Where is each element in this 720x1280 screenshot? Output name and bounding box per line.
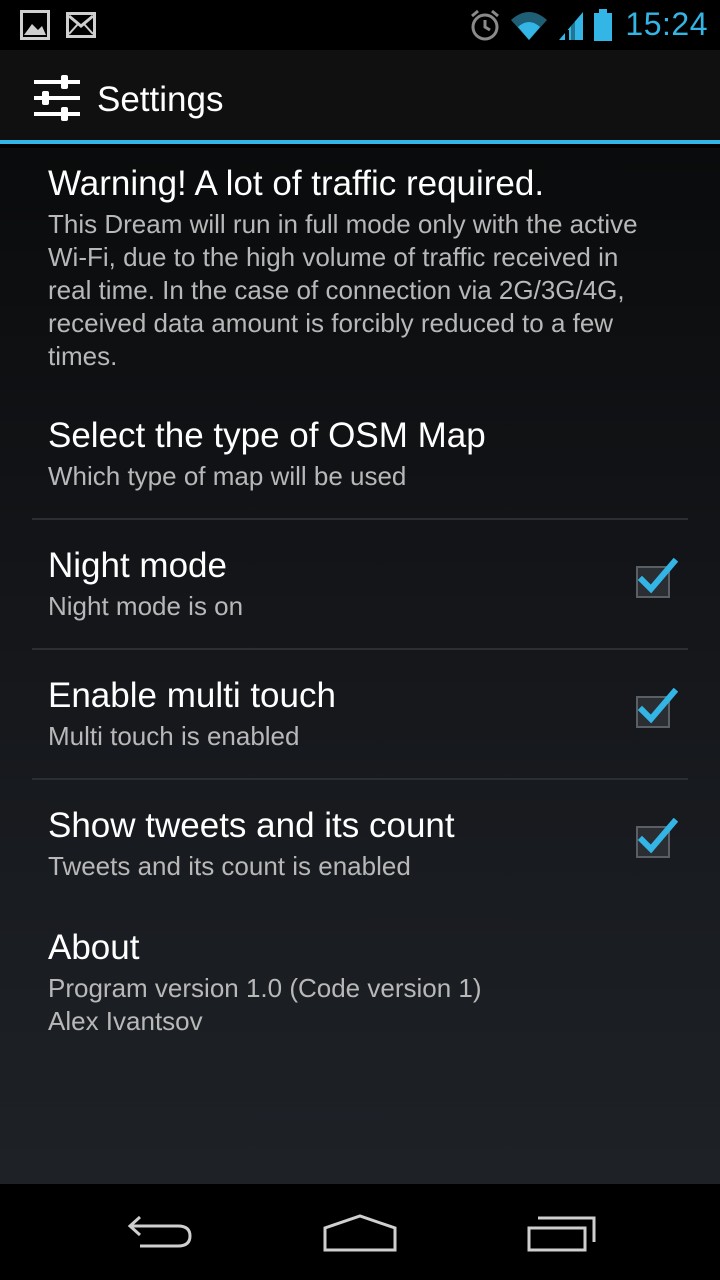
pref-summary-author: Alex Ivantsov — [48, 1006, 203, 1036]
pref-title: About — [48, 928, 140, 967]
night-mode-checkbox[interactable] — [636, 558, 678, 602]
pref-show-tweets[interactable]: Show tweets and its count Tweets and its… — [48, 806, 688, 883]
pref-about[interactable]: About Program version 1.0 (Code version … — [48, 928, 688, 1038]
navigation-bar — [0, 1184, 720, 1280]
settings-sliders-icon[interactable] — [32, 74, 82, 122]
pref-title: Show tweets and its count — [48, 806, 455, 845]
multi-touch-checkbox[interactable] — [636, 688, 678, 732]
recent-apps-icon[interactable] — [526, 1212, 598, 1254]
pref-summary: This Dream will run in full mode only wi… — [48, 209, 638, 371]
checkmark-icon — [636, 558, 678, 598]
pref-title: Warning! A lot of traffic required. — [48, 164, 545, 203]
system-icons: 15:24 — [469, 6, 708, 43]
clock: 15:24 — [625, 6, 708, 42]
show-tweets-checkbox[interactable] — [636, 818, 678, 862]
divider — [32, 778, 688, 780]
signal-icon — [559, 11, 584, 40]
action-bar: Settings — [0, 50, 720, 144]
divider — [32, 648, 688, 650]
pref-title: Select the type of OSM Map — [48, 416, 486, 455]
back-icon[interactable] — [124, 1212, 196, 1252]
pref-traffic-warning[interactable]: Warning! A lot of traffic required. This… — [48, 164, 688, 373]
pref-summary: Tweets and its count is enabled — [48, 851, 411, 881]
picture-icon — [20, 10, 50, 40]
status-bar: 15:24 — [0, 0, 720, 50]
pref-summary: Which type of map will be used — [48, 461, 407, 491]
preference-list: Warning! A lot of traffic required. This… — [0, 148, 720, 1184]
mail-icon — [66, 12, 96, 38]
pref-night-mode[interactable]: Night mode Night mode is on — [48, 546, 688, 623]
checkmark-icon — [636, 818, 678, 858]
pref-title: Night mode — [48, 546, 227, 585]
alarm-icon — [471, 9, 500, 40]
checkmark-icon — [636, 688, 678, 728]
notification-icons — [20, 10, 96, 40]
divider — [32, 518, 688, 520]
pref-title: Enable multi touch — [48, 676, 336, 715]
pref-summary: Multi touch is enabled — [48, 721, 300, 751]
pref-summary: Night mode is on — [48, 591, 244, 621]
battery-icon — [594, 8, 613, 41]
page-title: Settings — [97, 80, 224, 119]
pref-multi-touch[interactable]: Enable multi touch Multi touch is enable… — [48, 676, 688, 753]
wifi-icon — [511, 11, 548, 40]
pref-summary-version: Program version 1.0 (Code version 1) — [48, 973, 482, 1003]
pref-osm-map-type[interactable]: Select the type of OSM Map Which type of… — [48, 416, 688, 493]
home-icon[interactable] — [322, 1212, 398, 1254]
